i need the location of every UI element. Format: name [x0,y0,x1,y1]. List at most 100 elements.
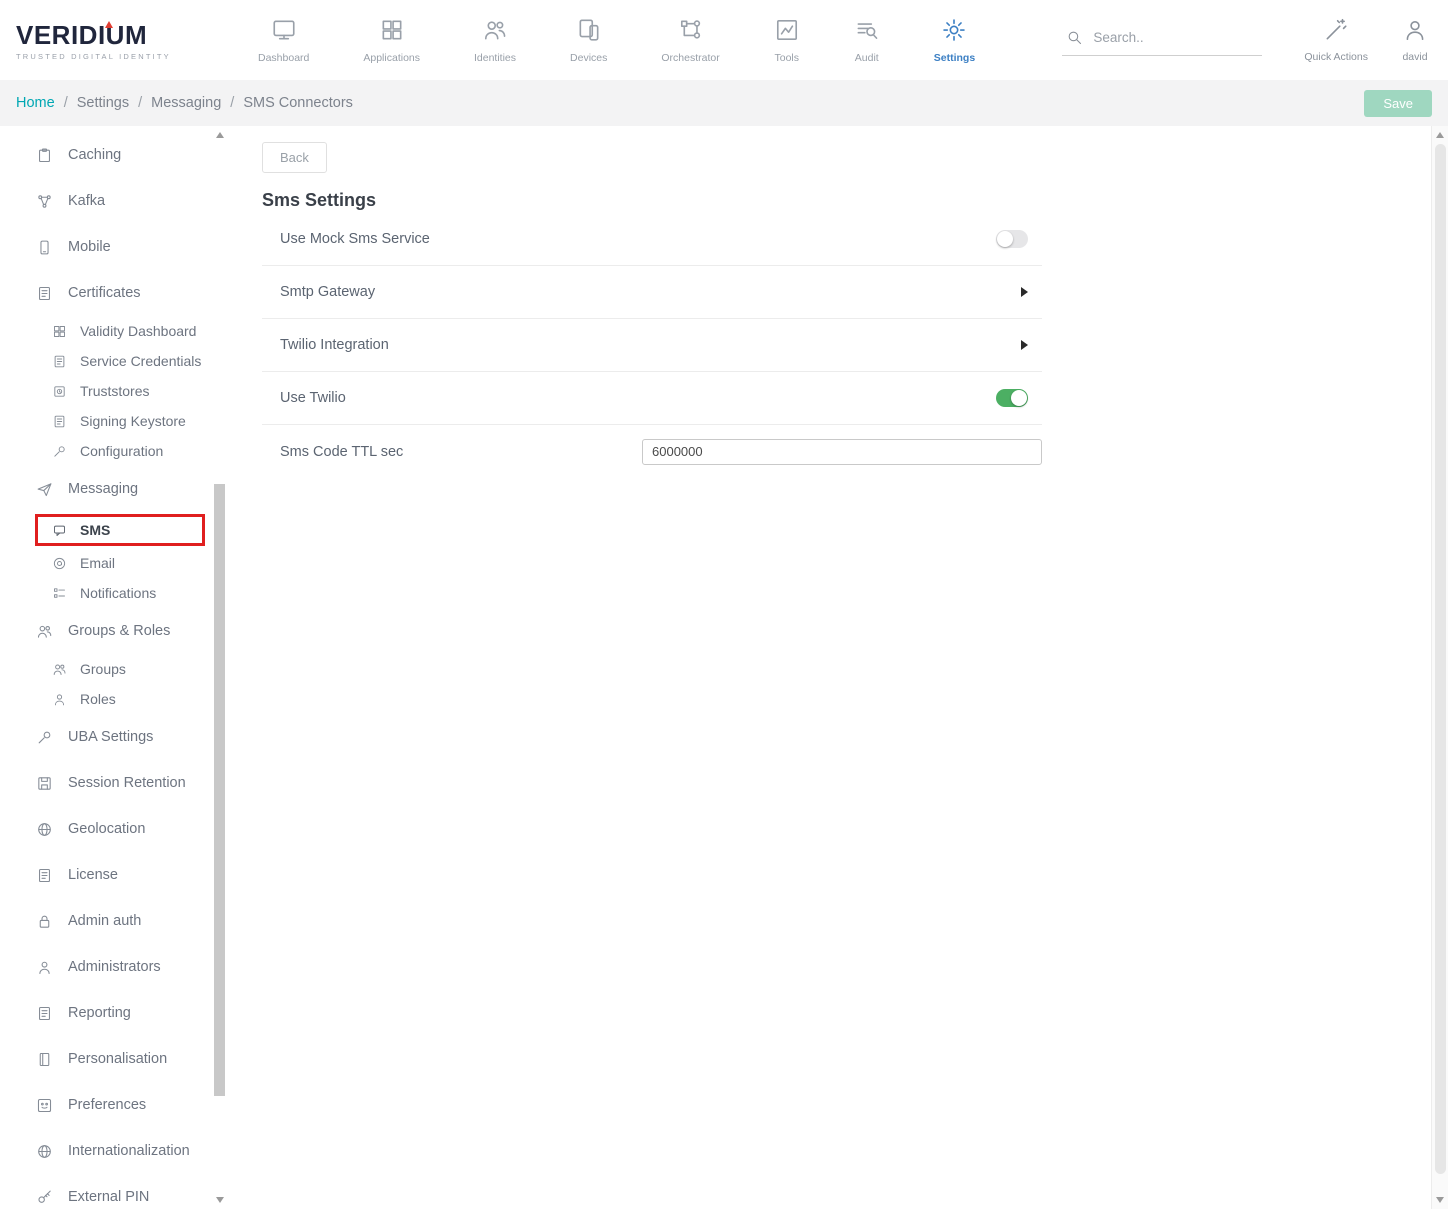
sidebar-scrollbar[interactable] [213,126,226,1209]
sidebar-item-external-pin[interactable]: External PIN [14,1174,226,1209]
scroll-down-arrow-icon[interactable] [1436,1197,1444,1203]
sidebar-item-reporting[interactable]: Reporting [14,990,226,1036]
sidebar-item-configuration[interactable]: Configuration [14,436,226,466]
sidebar-item-label: Geolocation [68,821,145,837]
sidebar-item-label: UBA Settings [68,729,153,745]
nav-item-orchestrator[interactable]: Orchestrator [661,17,719,64]
nav-item-devices[interactable]: Devices [570,17,607,64]
sidebar-scrollbar-thumb[interactable] [214,484,225,1096]
administrators-icon [36,959,53,976]
sidebar-item-label: Certificates [68,285,141,301]
sidebar-item-administrators[interactable]: Administrators [14,944,226,990]
nav-item-settings[interactable]: Settings [934,17,975,64]
sidebar-item-uba-settings[interactable]: UBA Settings [14,714,226,760]
sidebar-item-label: Administrators [68,959,161,975]
sidebar-item-label: Session Retention [68,775,186,791]
breadcrumb-home[interactable]: Home [16,95,55,111]
mobile-icon [36,239,53,256]
sms-settings-panel: Back Sms Settings Use Mock Sms Service S… [226,126,1431,1209]
sidebar-item-kafka[interactable]: Kafka [14,178,226,224]
sidebar-item-admin-auth[interactable]: Admin auth [14,898,226,944]
kafka-icon [36,193,53,210]
sidebar-item-geolocation[interactable]: Geolocation [14,806,226,852]
search-box [1062,25,1262,56]
use-mock-sms-toggle[interactable] [996,230,1028,248]
sidebar-item-service-credentials[interactable]: Service Credentials [14,346,226,376]
use-twilio-toggle[interactable] [996,389,1028,407]
sidebar-item-mobile[interactable]: Mobile [14,224,226,270]
sidebar-item-roles[interactable]: Roles [14,684,226,714]
sidebar-item-email[interactable]: Email [14,548,226,578]
nav-item-applications[interactable]: Applications [363,17,420,64]
setting-label: Smtp Gateway [280,284,375,300]
toggle-knob [997,231,1013,247]
sidebar-item-messaging[interactable]: Messaging [14,466,226,512]
caching-icon [36,147,53,164]
save-button[interactable]: Save [1364,90,1432,117]
sidebar-item-label: Personalisation [68,1051,167,1067]
quick-actions-label: Quick Actions [1304,51,1368,63]
sidebar-item-label: Reporting [68,1005,131,1021]
setting-row-smtp-gateway[interactable]: Smtp Gateway [262,266,1042,319]
scroll-up-arrow-icon[interactable] [216,132,224,138]
nav-label: Audit [855,52,879,64]
personalisation-icon [36,1051,53,1068]
nav-label: Devices [570,52,607,64]
sidebar-item-certificates[interactable]: Certificates [14,270,226,316]
smtp-gateway-expand-icon[interactable] [1021,287,1028,297]
sidebar-item-personalisation[interactable]: Personalisation [14,1036,226,1082]
sidebar-item-validity-dashboard[interactable]: Validity Dashboard [14,316,226,346]
sidebar-item-sms-selected[interactable]: SMS [35,514,205,546]
breadcrumb-separator: / [138,95,142,111]
sidebar-item-caching[interactable]: Caching [14,132,226,178]
sidebar-item-preferences[interactable]: Preferences [14,1082,226,1128]
groups-icon [52,662,67,677]
scroll-down-arrow-icon[interactable] [216,1197,224,1203]
notifications-icon [52,586,67,601]
setting-row-sms-code-ttl: Sms Code TTL sec [262,425,1042,478]
sms-code-ttl-input[interactable] [642,439,1042,465]
magic-wand-icon [1323,17,1349,43]
sidebar-item-license[interactable]: License [14,852,226,898]
breadcrumb-settings[interactable]: Settings [77,95,129,111]
truststores-icon [52,384,67,399]
page-scrollbar[interactable] [1431,126,1448,1209]
page-scrollbar-thumb[interactable] [1435,144,1446,1174]
sidebar-item-notifications[interactable]: Notifications [14,578,226,608]
nav-item-audit[interactable]: Audit [854,17,880,64]
logo-accent-mark [105,21,113,28]
twilio-integration-expand-icon[interactable] [1021,340,1028,350]
sidebar-item-session-retention[interactable]: Session Retention [14,760,226,806]
sidebar-item-label: Signing Keystore [80,413,186,429]
sidebar-item-label: Groups & Roles [68,623,170,639]
nav-item-tools[interactable]: Tools [774,17,800,64]
setting-row-use-twilio: Use Twilio [262,372,1042,425]
user-menu[interactable]: david [1402,17,1428,63]
sidebar-item-signing-keystore[interactable]: Signing Keystore [14,406,226,436]
geolocation-icon [36,821,53,838]
nav-item-identities[interactable]: Identities [474,17,516,64]
sidebar-item-label: Configuration [80,443,163,459]
back-button[interactable]: Back [262,142,327,173]
sidebar-item-groups[interactable]: Groups [14,654,226,684]
nav-item-dashboard[interactable]: Dashboard [258,17,309,64]
applications-icon [379,17,405,43]
setting-label: Use Mock Sms Service [280,231,430,247]
top-bar: VERIDIUM TRUSTED DIGITAL IDENTITY Dashbo… [0,0,1448,80]
user-avatar-icon [1402,17,1428,43]
search-input[interactable] [1093,30,1243,45]
sidebar-item-internationalization[interactable]: Internationalization [14,1128,226,1174]
breadcrumb-messaging[interactable]: Messaging [151,95,221,111]
setting-row-twilio-integration[interactable]: Twilio Integration [262,319,1042,372]
settings-rows: Use Mock Sms Service Smtp Gateway Twilio… [262,213,1042,478]
breadcrumb-bar: Home / Settings / Messaging / SMS Connec… [0,80,1448,126]
sidebar-item-label: SMS [80,522,110,538]
search-icon[interactable] [1066,29,1083,46]
devices-icon [576,17,602,43]
breadcrumb-separator: / [64,95,68,111]
veridium-logo[interactable]: VERIDIUM TRUSTED DIGITAL IDENTITY [16,20,206,61]
sidebar-item-groups-roles[interactable]: Groups & Roles [14,608,226,654]
scroll-up-arrow-icon[interactable] [1436,132,1444,138]
sidebar-item-truststores[interactable]: Truststores [14,376,226,406]
quick-actions-button[interactable]: Quick Actions [1304,17,1368,63]
